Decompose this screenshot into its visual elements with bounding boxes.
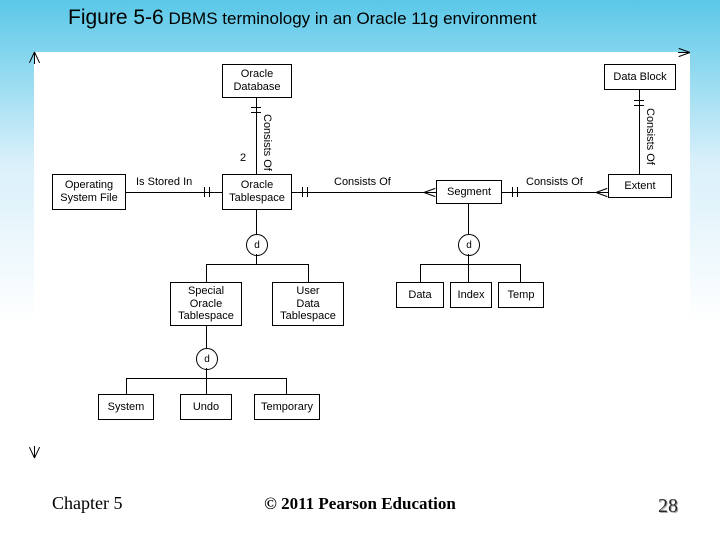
edge-special-d: [206, 326, 207, 348]
bar-icon: [302, 187, 303, 197]
edge: [468, 254, 469, 264]
box-user-tablespace: UserDataTablespace: [272, 282, 344, 326]
box-data: Data: [396, 282, 444, 308]
box-system: System: [98, 394, 154, 420]
figure-number: Figure 5-6: [68, 6, 164, 29]
label-consists-of: Consists Of: [261, 114, 273, 171]
disjoint-icon: d: [196, 348, 218, 370]
bar-icon: [517, 187, 518, 197]
edge-tablespace-segment: [292, 192, 436, 193]
label-consists-of: Consists Of: [644, 108, 656, 165]
label-consists-of: Consists Of: [334, 176, 391, 188]
edge: [126, 378, 127, 394]
bar-icon: [251, 107, 261, 108]
bar-icon: [204, 187, 205, 197]
edge: [520, 264, 521, 282]
label-cardinality-2: 2: [240, 152, 246, 164]
label-consists-of: Consists Of: [526, 176, 583, 188]
edge-osfile-tablespace: [126, 192, 222, 193]
box-os-file: OperatingSystem File: [52, 174, 126, 210]
edge-tablespace-d: [256, 210, 257, 234]
box-special-tablespace: SpecialOracleTablespace: [170, 282, 242, 326]
box-undo: Undo: [180, 394, 232, 420]
box-temp: Temp: [498, 282, 544, 308]
footer-copyright: © 2011 Pearson Education: [0, 494, 720, 514]
edge-datablock-extent: [639, 90, 640, 174]
bar-icon: [251, 112, 261, 113]
edge: [468, 264, 469, 282]
bar-icon: [634, 100, 644, 101]
box-oracle-tablespace: OracleTablespace: [222, 174, 292, 210]
bar-icon: [209, 187, 210, 197]
edge: [206, 368, 207, 378]
edge: [308, 264, 309, 282]
edge: [206, 264, 207, 282]
edge: [420, 264, 520, 265]
figure-title: Figure 5-6 DBMS terminology in an Oracle…: [68, 6, 537, 30]
footer-page-number: 28: [658, 495, 678, 518]
bar-icon: [307, 187, 308, 197]
edge: [206, 378, 207, 394]
edge: [286, 378, 287, 394]
edge-segment-d: [468, 204, 469, 234]
box-temporary: Temporary: [254, 394, 320, 420]
edge-db-tablespace: [256, 98, 257, 174]
edge: [206, 264, 308, 265]
box-index: Index: [450, 282, 492, 308]
label-is-stored-in: Is Stored In: [136, 176, 192, 188]
edge: [420, 264, 421, 282]
box-data-block: Data Block: [604, 64, 676, 90]
bar-icon: [512, 187, 513, 197]
slide: Figure 5-6 DBMS terminology in an Oracle…: [0, 0, 720, 540]
disjoint-icon: d: [458, 234, 480, 256]
diagram-canvas: OracleDatabase Data Block Consists Of 2 …: [34, 52, 690, 458]
figure-caption: DBMS terminology in an Oracle 11g enviro…: [164, 9, 537, 28]
disjoint-icon: d: [246, 234, 268, 256]
box-segment: Segment: [436, 180, 502, 204]
box-oracle-database: OracleDatabase: [222, 64, 292, 98]
box-extent: Extent: [608, 174, 672, 198]
edge: [256, 254, 257, 264]
bar-icon: [634, 105, 644, 106]
